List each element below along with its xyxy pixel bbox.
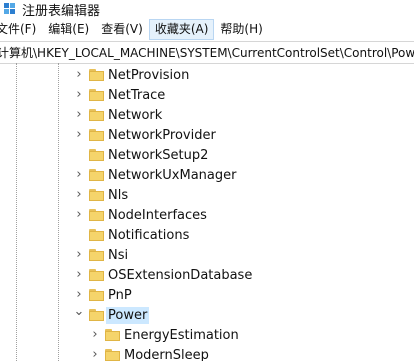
menu-view[interactable]: 查看(V) <box>95 19 149 40</box>
folder-icon <box>89 89 104 101</box>
folder-icon <box>89 229 104 241</box>
chevron-right-icon[interactable]: › <box>74 88 84 101</box>
chevron-right-icon[interactable]: › <box>74 188 84 201</box>
folder-icon <box>89 189 104 201</box>
menu-favorites[interactable]: 收藏夹(A) <box>148 19 215 40</box>
chevron-right-icon[interactable]: › <box>74 288 84 301</box>
tree-node-label[interactable]: Nsi <box>106 247 130 264</box>
folder-icon <box>105 329 120 341</box>
folder-icon <box>89 69 104 81</box>
tree-node-netprovision[interactable]: › NetProvision <box>0 65 414 85</box>
tree-node-label[interactable]: Power <box>106 307 150 324</box>
tree-node-label[interactable]: Nls <box>106 187 130 204</box>
chevron-right-icon[interactable]: › <box>74 68 84 81</box>
tree-node-label[interactable]: PnP <box>106 287 134 304</box>
menu-edit[interactable]: 编辑(E) <box>42 19 95 40</box>
tree-node-label[interactable]: NodeInterfaces <box>106 207 209 224</box>
tree-node-modernsleep[interactable]: › ModernSleep <box>0 345 414 361</box>
menu-bar: 文件(F) 编辑(E) 查看(V) 收藏夹(A) 帮助(H) <box>0 18 414 41</box>
folder-icon <box>89 149 104 161</box>
tree-node-label[interactable]: EnergyEstimation <box>122 327 241 344</box>
tree-node-label[interactable]: ModernSleep <box>122 347 211 361</box>
address-bar[interactable]: 计算机\HKEY_LOCAL_MACHINE\SYSTEM\CurrentCon… <box>0 41 414 64</box>
folder-icon <box>105 349 120 361</box>
chevron-right-icon[interactable]: › <box>74 268 84 281</box>
tree-node-label[interactable]: Network <box>106 107 164 124</box>
tree-node-networksetup2[interactable]: NetworkSetup2 <box>0 145 414 165</box>
tree-node-energyestimation[interactable]: › EnergyEstimation <box>0 325 414 345</box>
tree-node-network[interactable]: › Network <box>0 105 414 125</box>
folder-icon <box>89 209 104 221</box>
chevron-right-icon[interactable]: › <box>74 208 84 221</box>
tree-node-networkuxmanager[interactable]: › NetworkUxManager <box>0 165 414 185</box>
chevron-right-icon[interactable]: › <box>74 248 84 261</box>
tree-node-networkprovider[interactable]: › NetworkProvider <box>0 125 414 145</box>
tree-node-label[interactable]: NetworkUxManager <box>106 167 238 184</box>
address-path[interactable]: 计算机\HKEY_LOCAL_MACHINE\SYSTEM\CurrentCon… <box>0 44 414 61</box>
tree-node-nsi[interactable]: › Nsi <box>0 245 414 265</box>
tree-node-pnp[interactable]: › PnP <box>0 285 414 305</box>
folder-icon <box>89 269 104 281</box>
window-title: 注册表编辑器 <box>22 3 101 19</box>
tree-node-label[interactable]: OSExtensionDatabase <box>106 267 254 284</box>
folder-icon <box>89 129 104 141</box>
tree-node-label[interactable]: NetworkSetup2 <box>106 147 210 164</box>
folder-icon <box>89 249 104 261</box>
chevron-right-icon[interactable]: › <box>90 348 100 361</box>
tree-node-notifications[interactable]: Notifications <box>0 225 414 245</box>
folder-icon <box>89 109 104 121</box>
menu-file[interactable]: 文件(F) <box>0 19 42 40</box>
tree-node-label[interactable]: NetTrace <box>106 87 167 104</box>
folder-icon <box>89 309 104 321</box>
chevron-right-icon[interactable]: › <box>74 108 84 121</box>
title-bar: 注册表编辑器 <box>0 0 414 19</box>
tree-node-label[interactable]: NetworkProvider <box>106 127 218 144</box>
chevron-right-icon[interactable]: › <box>90 328 100 341</box>
menu-help[interactable]: 帮助(H) <box>214 19 268 40</box>
tree-node-label[interactable]: NetProvision <box>106 67 191 84</box>
tree-node-nodeinterfaces[interactable]: › NodeInterfaces <box>0 205 414 225</box>
tree-node-osextensiondatabase[interactable]: › OSExtensionDatabase <box>0 265 414 285</box>
chevron-right-icon[interactable]: › <box>74 128 84 141</box>
tree-node-nls[interactable]: › Nls <box>0 185 414 205</box>
folder-icon <box>89 169 104 181</box>
regedit-app-icon <box>4 3 16 15</box>
tree-node-nettrace[interactable]: › NetTrace <box>0 85 414 105</box>
registry-tree[interactable]: › NetProvision › NetTrace › Network › NetworkPr… <box>0 63 414 361</box>
tree-node-label[interactable]: Notifications <box>106 227 191 244</box>
tree-node-power[interactable]: ⌄ Power <box>0 305 414 325</box>
folder-icon <box>89 289 104 301</box>
chevron-down-icon[interactable]: ⌄ <box>74 305 85 318</box>
chevron-right-icon[interactable]: › <box>74 168 84 181</box>
